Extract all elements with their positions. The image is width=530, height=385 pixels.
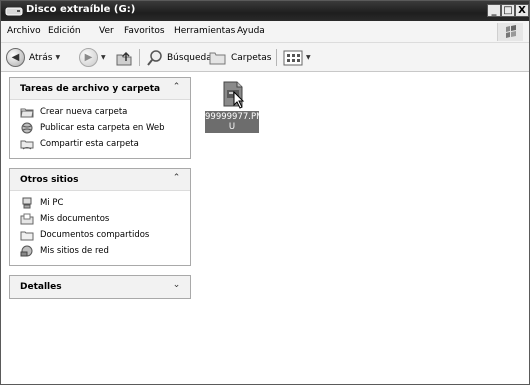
place-my-pc-label: Mi PC	[40, 198, 64, 208]
search-label: Búsqueda	[167, 52, 212, 63]
explorer-window: Disco extraíble (G:) _ □ X Archivo Edici…	[0, 0, 530, 385]
close-button[interactable]: X	[515, 4, 529, 17]
search-button[interactable]: Búsqueda	[146, 47, 212, 68]
tasks-panel: Tareas de archivo y carpeta ⌃ Crear nuev…	[9, 77, 191, 159]
place-network-label: Mis sitios de red	[40, 246, 109, 256]
views-button[interactable]: ▼	[283, 47, 311, 68]
place-shared-documents[interactable]: Documentos compartidos	[20, 227, 190, 243]
task-publish-web-label: Publicar esta carpeta en Web	[40, 123, 165, 133]
network-icon	[20, 245, 33, 257]
chevron-down-icon: ▼	[101, 54, 106, 61]
chevron-down-icon: ▼	[306, 54, 311, 61]
details-panel-header[interactable]: Detalles ⌄	[10, 276, 190, 298]
globe-icon	[21, 122, 33, 134]
other-places-panel-title: Otros sitios	[20, 175, 79, 185]
tasks-panel-header[interactable]: Tareas de archivo y carpeta ⌃	[10, 78, 190, 100]
search-icon	[147, 49, 162, 66]
back-button[interactable]: ◀ Atrás ▼	[6, 47, 60, 68]
collapse-chevron-icon[interactable]: ⌃	[171, 173, 182, 184]
place-my-documents[interactable]: Mis documentos	[20, 211, 190, 227]
details-panel: Detalles ⌄	[9, 275, 191, 299]
forward-button[interactable]: ▶ ▼	[79, 47, 106, 68]
place-network[interactable]: Mis sitios de red	[20, 243, 190, 259]
place-my-documents-label: Mis documentos	[40, 214, 110, 224]
toolbar-separator	[276, 49, 277, 66]
place-my-pc[interactable]: Mi PC	[20, 195, 190, 211]
task-new-folder[interactable]: Crear nueva carpeta	[20, 104, 190, 120]
task-pane: Tareas de archivo y carpeta ⌃ Crear nuev…	[9, 77, 191, 308]
tasks-panel-body: Crear nueva carpeta Publicar esta carpet…	[10, 100, 190, 158]
folders-label: Carpetas	[231, 52, 272, 63]
computer-icon	[22, 197, 32, 209]
collapse-chevron-icon[interactable]: ⌃	[171, 82, 182, 93]
back-label: Atrás	[29, 52, 53, 63]
chevron-down-icon: ▼	[55, 54, 61, 61]
expand-chevron-icon[interactable]: ⌄	[171, 280, 182, 291]
drive-icon	[5, 7, 23, 16]
toolbar-separator	[139, 49, 140, 66]
other-places-panel: Otros sitios ⌃ Mi PC Mis documentos Docu…	[9, 168, 191, 266]
menu-archivo[interactable]: Archivo	[7, 26, 41, 36]
menu-bar: Archivo Edición Ver Favoritos Herramient…	[1, 21, 529, 43]
place-shared-documents-label: Documentos compartidos	[40, 230, 150, 240]
task-share-folder[interactable]: Compartir esta carpeta	[20, 136, 190, 152]
file-name-line-1: 99999977.PM	[205, 112, 264, 122]
menu-ayuda[interactable]: Ayuda	[237, 26, 265, 36]
windows-logo-icon	[497, 23, 523, 41]
documents-folder-icon	[20, 213, 34, 225]
task-new-folder-label: Crear nueva carpeta	[40, 107, 128, 117]
back-arrow-icon: ◀	[6, 48, 25, 67]
menu-ver[interactable]: Ver	[99, 26, 114, 36]
new-folder-icon	[20, 108, 34, 118]
folders-icon	[209, 52, 226, 64]
up-folder-button[interactable]	[115, 47, 133, 68]
file-name: 99999977.PM U	[205, 111, 264, 133]
toolbar: ◀ Atrás ▼ ▶ ▼ Búsqueda Carpetas ▼	[1, 43, 529, 72]
forward-arrow-icon: ▶	[79, 48, 98, 67]
task-publish-web[interactable]: Publicar esta carpeta en Web	[20, 120, 190, 136]
window-title: Disco extraíble (G:)	[26, 4, 136, 15]
share-folder-icon	[20, 140, 34, 150]
menu-favoritos[interactable]: Favoritos	[124, 26, 165, 36]
mouse-cursor-icon	[233, 91, 245, 109]
title-bar[interactable]: Disco extraíble (G:) _ □ X	[1, 1, 529, 21]
maximize-button[interactable]: □	[501, 4, 515, 17]
up-folder-icon	[116, 51, 132, 65]
views-grid-icon	[283, 50, 303, 65]
minimize-button[interactable]: _	[487, 4, 501, 17]
task-share-folder-label: Compartir esta carpeta	[40, 139, 139, 149]
other-places-panel-body: Mi PC Mis documentos Documentos comparti…	[10, 191, 190, 265]
file-name-line-2: U	[228, 122, 236, 132]
menu-herramientas[interactable]: Herramientas	[174, 26, 235, 36]
details-panel-title: Detalles	[20, 282, 62, 292]
menu-edicion[interactable]: Edición	[48, 26, 81, 36]
shared-folder-icon	[20, 231, 34, 241]
folders-button[interactable]: Carpetas	[209, 47, 271, 68]
other-places-panel-header[interactable]: Otros sitios ⌃	[10, 169, 190, 191]
tasks-panel-title: Tareas de archivo y carpeta	[20, 84, 161, 94]
